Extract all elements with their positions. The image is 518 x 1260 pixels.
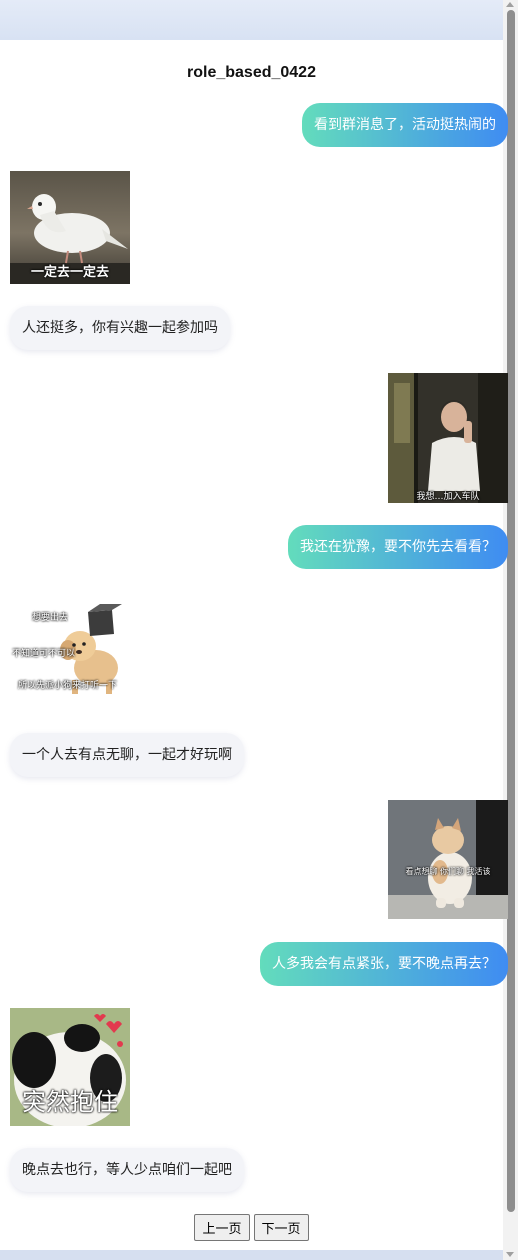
message-bubble-outgoing: 我还在犹豫，要不你先去看看？ bbox=[288, 525, 508, 569]
message-bubble-outgoing: 人多我会有点紧张，要不晚点再去？ bbox=[260, 942, 508, 986]
sticker-caption: 一定去一定去 bbox=[30, 265, 109, 280]
top-band bbox=[0, 0, 503, 40]
sitting-cat-sticker[interactable]: 看点想聊 你们聊 我活该 bbox=[388, 800, 508, 919]
message-bubble-incoming: 晚点去也行，等人少点咱们一起吧 bbox=[10, 1148, 244, 1192]
next-page-button[interactable]: 下一页 bbox=[253, 1214, 309, 1241]
cat-icon bbox=[388, 800, 508, 919]
sticker-caption-line: 不知道可不可以 bbox=[12, 649, 76, 659]
scroll-up-arrow-icon[interactable] bbox=[506, 2, 514, 7]
panda-hug-sticker[interactable]: 突然抱住 bbox=[10, 1008, 130, 1126]
man-on-phone-icon bbox=[388, 373, 508, 503]
scrollbar[interactable] bbox=[503, 0, 518, 1260]
puppy-with-box-sticker[interactable]: 想要出去 不知道可不可以 所以先派小狗来打听一下 bbox=[10, 598, 130, 704]
man-on-phone-sticker[interactable]: 我想…加入车队 bbox=[388, 373, 508, 503]
message-bubble-outgoing: 看到群消息了，活动挺热闹的 bbox=[302, 103, 508, 147]
sticker-caption: 突然抱住 bbox=[22, 1088, 118, 1116]
sticker-caption: 我想…加入车队 bbox=[416, 492, 480, 502]
scroll-thumb[interactable] bbox=[507, 10, 515, 1212]
sticker-caption-line: 所以先派小狗来打听一下 bbox=[18, 681, 118, 691]
scroll-down-arrow-icon[interactable] bbox=[506, 1252, 514, 1257]
sticker-caption: 看点想聊 你们聊 我活该 bbox=[405, 867, 491, 876]
pagination: 上一页 下一页 bbox=[0, 1214, 503, 1241]
message-bubble-incoming: 人还挺多，你有兴趣一起参加吗 bbox=[10, 306, 230, 350]
bottom-band bbox=[0, 1250, 503, 1260]
sticker-caption-line: 想要出去 bbox=[32, 613, 69, 623]
white-pigeon-sticker[interactable]: 一定去一定去 bbox=[10, 171, 130, 284]
chat-title: role_based_0422 bbox=[187, 64, 316, 81]
prev-page-button[interactable]: 上一页 bbox=[194, 1214, 250, 1241]
message-bubble-incoming: 一个人去有点无聊，一起才好玩啊 bbox=[10, 733, 244, 777]
